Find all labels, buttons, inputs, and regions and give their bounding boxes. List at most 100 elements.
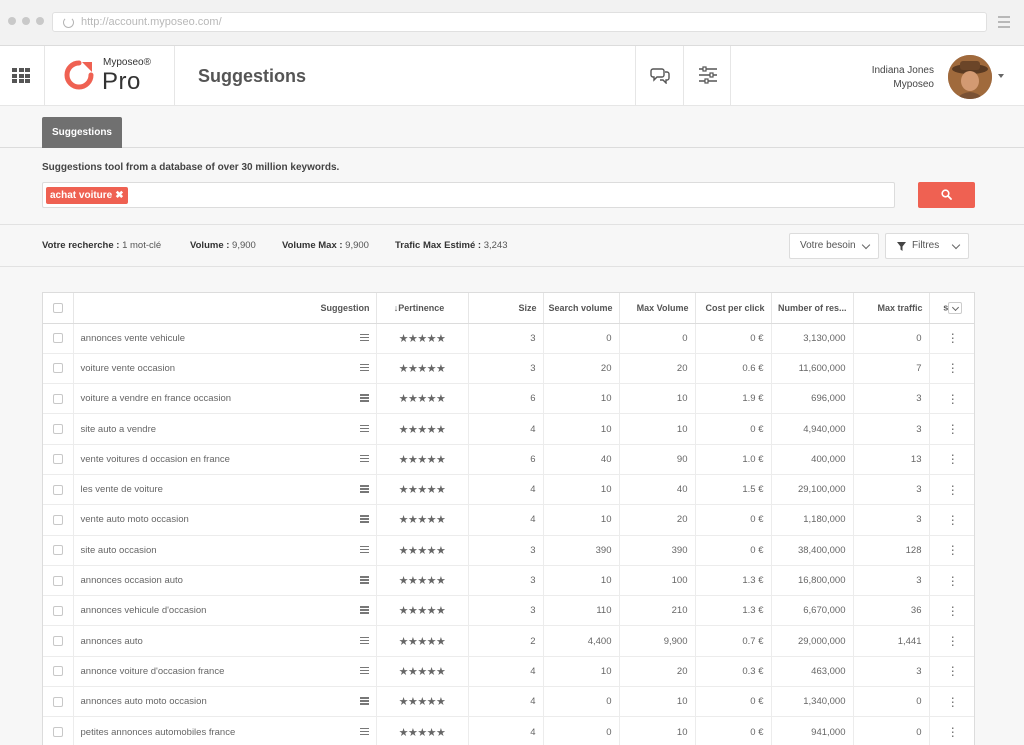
row-checkbox[interactable]: [43, 686, 74, 718]
user-menu-chevron-down-icon[interactable]: [998, 74, 1004, 78]
table-header: Suggestion ↓Pertinence Size Search volum…: [43, 293, 974, 324]
user-avatar-icon: [948, 55, 992, 99]
votre-besoin-dropdown[interactable]: Votre besoin: [789, 233, 879, 259]
chat-button[interactable]: [635, 46, 683, 106]
filtres-dropdown[interactable]: Filtres: [885, 233, 969, 259]
table-row[interactable]: les vente de voiture ★★★★★ 4 10 40 1.5 €29,10…: [43, 474, 974, 506]
list-icon[interactable]: [359, 545, 369, 554]
list-icon[interactable]: [359, 363, 369, 372]
table-row[interactable]: petites annonces automobiles france ★★★★★…: [43, 716, 974, 745]
max-volume-cell: 10: [619, 383, 696, 415]
row-checkbox[interactable]: [43, 595, 74, 627]
row-checkbox[interactable]: [43, 383, 74, 415]
row-checkbox[interactable]: [43, 474, 74, 506]
apps-grid-icon[interactable]: [0, 46, 45, 106]
row-menu-icon[interactable]: ⋮: [929, 323, 974, 354]
row-checkbox[interactable]: [43, 716, 74, 745]
table-row[interactable]: annonces vehicule d'occasion ★★★★★ 3 110 210…: [43, 595, 974, 627]
row-menu-icon[interactable]: ⋮: [929, 413, 974, 445]
row-checkbox[interactable]: [43, 504, 74, 536]
size-cell: 4: [468, 474, 544, 506]
max-traffic-cell: 128: [853, 535, 930, 566]
column-chooser-chevron-icon[interactable]: [948, 301, 963, 314]
list-icon[interactable]: [359, 636, 369, 645]
row-menu-icon[interactable]: ⋮: [929, 716, 974, 745]
pertinence-stars: ★★★★★: [376, 716, 469, 745]
list-icon[interactable]: [359, 576, 369, 584]
cpc-cell: 1.5 €: [695, 474, 772, 506]
row-menu-icon[interactable]: ⋮: [929, 686, 974, 718]
address-bar[interactable]: http://account.myposeo.com/: [52, 12, 987, 32]
max-volume-cell: 20: [619, 656, 696, 688]
table-row[interactable]: annonces occasion auto ★★★★★ 3 10 100 1.3 €16…: [43, 565, 974, 597]
row-checkbox[interactable]: [43, 444, 74, 475]
table-row[interactable]: site auto a vendre ★★★★★ 4 10 10 0 €4,940,000…: [43, 413, 974, 445]
column-max-volume[interactable]: Max Volume: [619, 293, 696, 324]
column-pertinence[interactable]: ↓Pertinence: [376, 293, 469, 324]
table-row[interactable]: voiture vente occasion ★★★★★ 3 20 20 0.6 €11,…: [43, 353, 974, 385]
row-menu-icon[interactable]: ⋮: [929, 444, 974, 475]
max-traffic-cell: 3: [853, 413, 930, 445]
cpc-cell: 0 €: [695, 716, 772, 745]
row-menu-icon[interactable]: ⋮: [929, 565, 974, 597]
column-max-traffic[interactable]: Max traffic: [853, 293, 930, 324]
select-all-checkbox[interactable]: [43, 293, 74, 324]
reload-icon[interactable]: [63, 17, 74, 28]
list-icon[interactable]: [359, 606, 369, 614]
row-menu-icon[interactable]: ⋮: [929, 383, 974, 415]
list-icon[interactable]: [359, 697, 369, 705]
window-controls[interactable]: [8, 17, 44, 25]
column-number-of-results[interactable]: Number of res...: [771, 293, 854, 324]
keyword-cell: site auto a vendre: [73, 413, 377, 445]
column-more[interactable]: s: [929, 293, 974, 324]
table-row[interactable]: vente auto moto occasion ★★★★★ 4 10 20 0 €1,1…: [43, 504, 974, 536]
column-search-volume[interactable]: Search volume: [543, 293, 620, 324]
row-menu-icon[interactable]: ⋮: [929, 656, 974, 688]
table-row[interactable]: annonces auto ★★★★★ 2 4,400 9,900 0.7 €29,000…: [43, 625, 974, 657]
column-size[interactable]: Size: [468, 293, 544, 324]
row-checkbox[interactable]: [43, 413, 74, 445]
column-cost-per-click[interactable]: Cost per click: [695, 293, 772, 324]
results-cell: 4,940,000: [771, 413, 854, 445]
row-checkbox[interactable]: [43, 353, 74, 385]
table-row[interactable]: site auto occasion ★★★★★ 3 390 390 0 €38,400,…: [43, 535, 974, 566]
remove-chip-icon[interactable]: ✖: [115, 190, 123, 201]
max-traffic-cell: 36: [853, 595, 930, 627]
keyword-chip[interactable]: achat voiture ✖: [46, 187, 128, 204]
table-row[interactable]: annonce voiture d'occasion france ★★★★★ 4 1…: [43, 656, 974, 688]
list-icon[interactable]: [359, 485, 369, 493]
row-checkbox[interactable]: [43, 625, 74, 657]
list-icon[interactable]: [359, 515, 369, 523]
list-icon[interactable]: [359, 394, 369, 402]
row-checkbox[interactable]: [43, 656, 74, 688]
row-checkbox[interactable]: [43, 535, 74, 566]
search-button[interactable]: [918, 182, 975, 208]
table-row[interactable]: vente voitures d occasion en france ★★★★★…: [43, 444, 974, 475]
results-cell: 3,130,000: [771, 323, 854, 354]
user-info[interactable]: Indiana Jones Myposeo: [872, 64, 934, 92]
keyword-search-input[interactable]: achat voiture ✖: [42, 182, 895, 208]
table-row[interactable]: annonces vente vehicule ★★★★★ 3 0 0 0 €3,130,…: [43, 323, 974, 354]
tab-suggestions[interactable]: Suggestions: [42, 117, 122, 148]
row-checkbox[interactable]: [43, 323, 74, 354]
row-menu-icon[interactable]: ⋮: [929, 353, 974, 385]
page-title: Suggestions: [198, 66, 307, 86]
list-icon[interactable]: [359, 424, 369, 433]
list-icon[interactable]: [359, 666, 369, 675]
settings-button[interactable]: [683, 46, 731, 106]
table-row[interactable]: annonces auto moto occasion ★★★★★ 4 0 10 0 €1…: [43, 686, 974, 718]
list-icon[interactable]: [359, 454, 369, 463]
row-menu-icon[interactable]: ⋮: [929, 625, 974, 657]
column-suggestion[interactable]: Suggestion: [73, 293, 377, 324]
browser-menu-icon[interactable]: [998, 16, 1010, 31]
logo[interactable]: Myposeo® Pro: [45, 46, 175, 106]
row-menu-icon[interactable]: ⋮: [929, 595, 974, 627]
list-icon[interactable]: [359, 727, 369, 736]
table-row[interactable]: voiture a vendre en france occasion ★★★★★…: [43, 383, 974, 415]
row-menu-icon[interactable]: ⋮: [929, 504, 974, 536]
avatar[interactable]: [948, 55, 992, 99]
row-checkbox[interactable]: [43, 565, 74, 597]
row-menu-icon[interactable]: ⋮: [929, 474, 974, 506]
row-menu-icon[interactable]: ⋮: [929, 535, 974, 566]
list-icon[interactable]: [359, 333, 369, 342]
